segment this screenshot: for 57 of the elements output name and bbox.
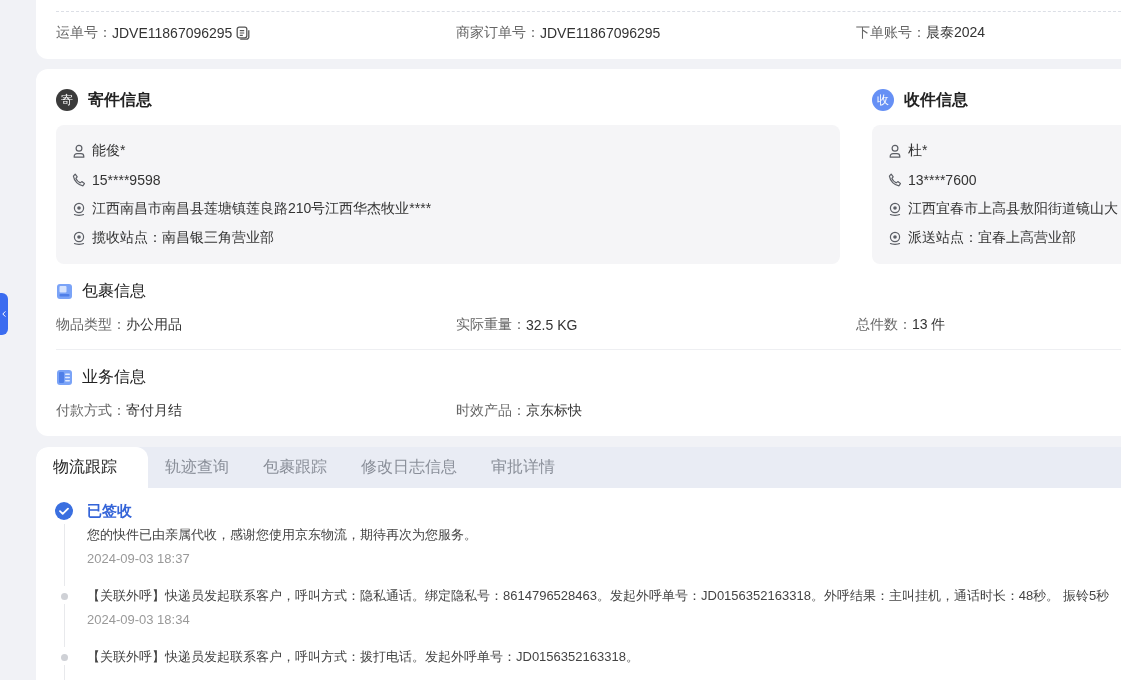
status-title: 已签收	[87, 501, 132, 521]
field-value: 寄付月结	[126, 402, 182, 420]
timeline-dot-icon	[60, 653, 68, 661]
person-icon	[72, 144, 86, 158]
location-icon	[888, 202, 902, 216]
tab[interactable]: 包裹跟踪	[246, 447, 344, 488]
field-label: 付款方式：	[56, 402, 126, 420]
contact-name: 杜*	[908, 142, 928, 160]
tracking-time: 2024-09-03 18:34	[87, 611, 190, 629]
field-label: 时效产品：	[456, 402, 526, 420]
field-label: 下单账号：	[856, 24, 926, 42]
field-value: JDVE11867096295	[112, 25, 233, 41]
section-title: 收件信息	[904, 89, 968, 110]
field-label: 物品类型：	[56, 316, 126, 334]
phone-icon	[72, 173, 86, 187]
location-icon	[72, 231, 86, 245]
tab[interactable]: 轨迹查询	[148, 447, 246, 488]
chevron-left-icon	[2, 311, 6, 317]
person-icon	[888, 144, 902, 158]
tab[interactable]: 物流跟踪	[36, 447, 148, 488]
tab[interactable]: 审批详情	[474, 447, 572, 488]
field-value: 13 件	[912, 316, 946, 334]
party-badge: 收	[872, 89, 894, 111]
location-icon	[72, 202, 86, 216]
address-text: 江西南昌市南昌县莲塘镇莲良路210号江西华杰牧业****	[92, 200, 432, 218]
field-value: 京东标快	[526, 402, 582, 420]
tracking-text: 【关联外呼】快递员发起联系客户，呼叫方式：隐私通话。绑定隐私号：8614796528463。发起外呼单号：JD0156352163318。外呼结果：主叫挂机，通话时长：48秒。 振铃5秒	[87, 587, 1110, 605]
tracking-text: 您的快件已由亲属代收，感谢您使用京东物流，期待再次为您服务。	[87, 526, 477, 544]
contact-name: 能俊*	[92, 142, 126, 160]
check-circle-icon	[55, 502, 73, 520]
field-label: 实际重量：	[456, 316, 526, 334]
party-badge: 寄	[56, 89, 78, 111]
field-label: 商家订单号：	[456, 24, 540, 42]
phone-number: 15****9598	[92, 172, 161, 188]
package-icon	[57, 283, 72, 299]
station-text: 派送站点：宜春上高营业部	[908, 229, 1076, 247]
station-text: 揽收站点：南昌银三角营业部	[92, 229, 274, 247]
location-icon	[888, 231, 902, 245]
phone-icon	[888, 173, 902, 187]
timeline-dot-icon	[60, 592, 68, 600]
field-value: 32.5 KG	[526, 317, 578, 333]
tracking-time: 2024-09-03 18:37	[87, 550, 190, 568]
copy-icon[interactable]	[236, 26, 251, 40]
phone-number: 13****7600	[908, 172, 977, 188]
section-title: 寄件信息	[88, 89, 152, 110]
field-label: 运单号：	[56, 24, 112, 42]
field-value: JDVE11867096295	[540, 25, 661, 41]
section-title: 包裹信息	[82, 280, 146, 301]
field-value: 晨泰2024	[926, 24, 986, 42]
section-title: 业务信息	[82, 366, 146, 387]
document-icon	[57, 369, 72, 385]
field-value: 办公用品	[126, 316, 182, 334]
field-label: 总件数：	[856, 316, 912, 334]
tab[interactable]: 修改日志信息	[344, 447, 474, 488]
collapse-handle[interactable]	[0, 293, 8, 335]
address-text: 江西宜春市上高县敖阳街道镜山大	[908, 200, 1118, 218]
tracking-text: 【关联外呼】快递员发起联系客户，呼叫方式：拨打电话。发起外呼单号：JD0156352163318。	[87, 648, 639, 666]
